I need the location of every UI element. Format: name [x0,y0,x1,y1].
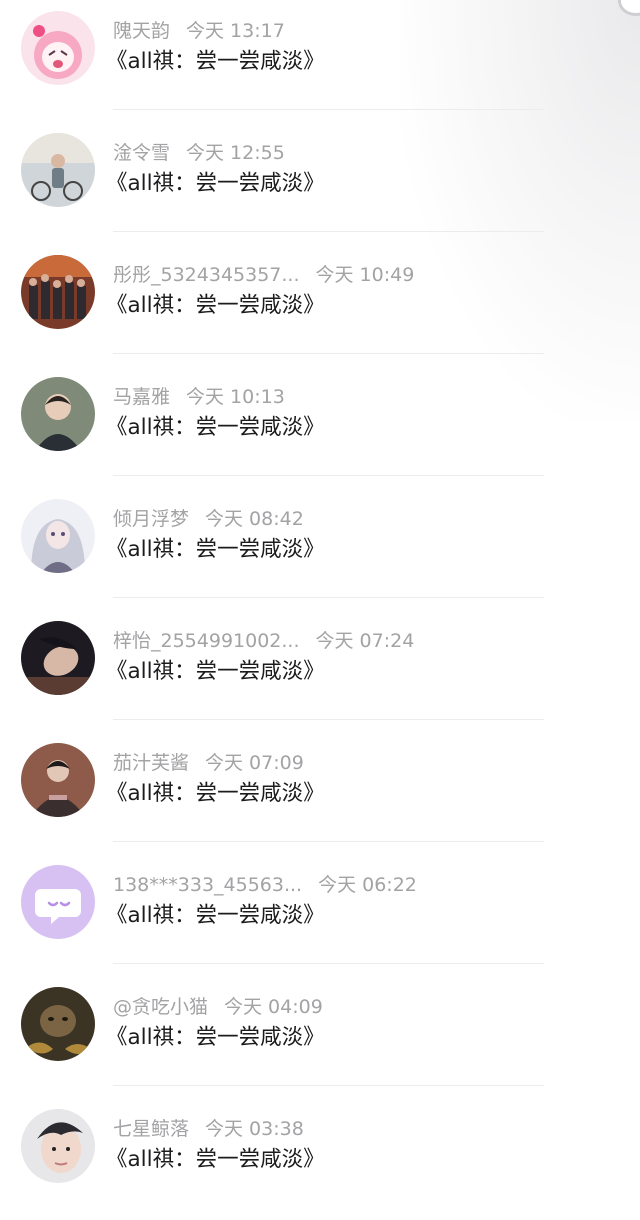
comment-list: 隗天韵 今天 13:17 《all祺：尝一尝咸淡》 淦令雪 今天 12:55 《al… [0,0,640,1220]
row-divider [113,1085,544,1086]
comment-meta: 138***333_45563... 今天 06:22 [113,872,417,898]
comment-item[interactable]: 淦令雪 今天 12:55 《all祺：尝一尝咸淡》 [0,122,640,244]
timestamp: 今天 08:42 [205,508,304,530]
username[interactable]: 马嘉雅 [113,386,170,408]
timestamp: 今天 10:13 [186,386,285,408]
comment-message: 《all祺：尝一尝咸淡》 [106,903,325,928]
comment-item[interactable]: 倾月浮梦 今天 08:42 《all祺：尝一尝咸淡》 [0,488,640,610]
comment-meta: 彤彤_5324345357... 今天 10:49 [113,262,414,288]
row-divider [113,719,544,720]
comment-meta: 梓怡_2554991002... 今天 07:24 [113,628,414,654]
hoodie-boy-avatar[interactable] [21,743,95,817]
username[interactable]: 倾月浮梦 [113,508,189,530]
comment-item[interactable]: 茄汁芙酱 今天 07:09 《all祺：尝一尝咸淡》 [0,732,640,854]
boy-closeup-avatar[interactable] [21,1109,95,1183]
row-divider [113,353,544,354]
timestamp: 今天 04:09 [224,996,323,1018]
username[interactable]: @贪吃小猫 [113,996,208,1018]
row-divider [113,963,544,964]
comment-message: 《all祺：尝一尝咸淡》 [106,1147,325,1172]
row-divider [113,475,544,476]
comment-message: 《all祺：尝一尝咸淡》 [106,781,325,806]
username[interactable]: 彤彤_5324345357... [113,264,300,286]
comment-message: 《all祺：尝一尝咸淡》 [106,1025,325,1050]
username[interactable]: 隗天韵 [113,20,170,42]
comment-item[interactable]: 七星鲸落 今天 03:38 《all祺：尝一尝咸淡》 [0,1098,640,1220]
comment-meta: 倾月浮梦 今天 08:42 [113,506,304,532]
blurry-cat-avatar[interactable] [21,987,95,1061]
comment-item[interactable]: 彤彤_5324345357... 今天 10:49 《all祺：尝一尝咸淡》 [0,244,640,366]
comment-meta: 隗天韵 今天 13:17 [113,18,285,44]
comment-message: 《all祺：尝一尝咸淡》 [106,537,325,562]
comment-meta: 七星鲸落 今天 03:38 [113,1116,304,1142]
timestamp: 今天 06:22 [318,874,417,896]
anime-girl-avatar[interactable] [21,11,95,85]
chat-bubble-avatar[interactable] [21,865,95,939]
comment-item[interactable]: 隗天韵 今天 13:17 《all祺：尝一尝咸淡》 [0,0,640,122]
timestamp: 今天 10:49 [315,264,415,286]
comment-message: 《all祺：尝一尝咸淡》 [106,415,325,440]
comment-item[interactable]: 梓怡_2554991002... 今天 07:24 《all祺：尝一尝咸淡》 [0,610,640,732]
row-divider [113,231,544,232]
comment-meta: 马嘉雅 今天 10:13 [113,384,285,410]
timestamp: 今天 07:24 [315,630,415,652]
group-photo-avatar[interactable] [21,255,95,329]
username[interactable]: 梓怡_2554991002... [113,630,300,652]
comment-meta: 淦令雪 今天 12:55 [113,140,285,166]
anime-silver-hair-avatar[interactable] [21,499,95,573]
timestamp: 今天 07:09 [205,752,304,774]
row-divider [113,109,544,110]
comment-message: 《all祺：尝一尝咸淡》 [106,49,325,74]
timestamp: 今天 13:17 [186,20,285,42]
username[interactable]: 七星鲸落 [113,1118,189,1140]
row-divider [113,841,544,842]
comment-item[interactable]: @贪吃小猫 今天 04:09 《all祺：尝一尝咸淡》 [0,976,640,1098]
boy-portrait-avatar[interactable] [21,377,95,451]
username[interactable]: 淦令雪 [113,142,170,164]
comment-item[interactable]: 138***333_45563... 今天 06:22 《all祺：尝一尝咸淡》 [0,854,640,976]
username[interactable]: 138***333_45563... [113,874,302,896]
row-divider [113,597,544,598]
comment-message: 《all祺：尝一尝咸淡》 [106,659,325,684]
comment-meta: 茄汁芙酱 今天 07:09 [113,750,304,776]
person-bicycle-avatar[interactable] [21,133,95,207]
comment-message: 《all祺：尝一尝咸淡》 [106,171,325,196]
timestamp: 今天 12:55 [186,142,285,164]
comment-message: 《all祺：尝一尝咸淡》 [106,293,325,318]
timestamp: 今天 03:38 [205,1118,304,1140]
comment-item[interactable]: 马嘉雅 今天 10:13 《all祺：尝一尝咸淡》 [0,366,640,488]
comment-meta: @贪吃小猫 今天 04:09 [113,994,323,1020]
username[interactable]: 茄汁芙酱 [113,752,189,774]
lying-boy-avatar[interactable] [21,621,95,695]
